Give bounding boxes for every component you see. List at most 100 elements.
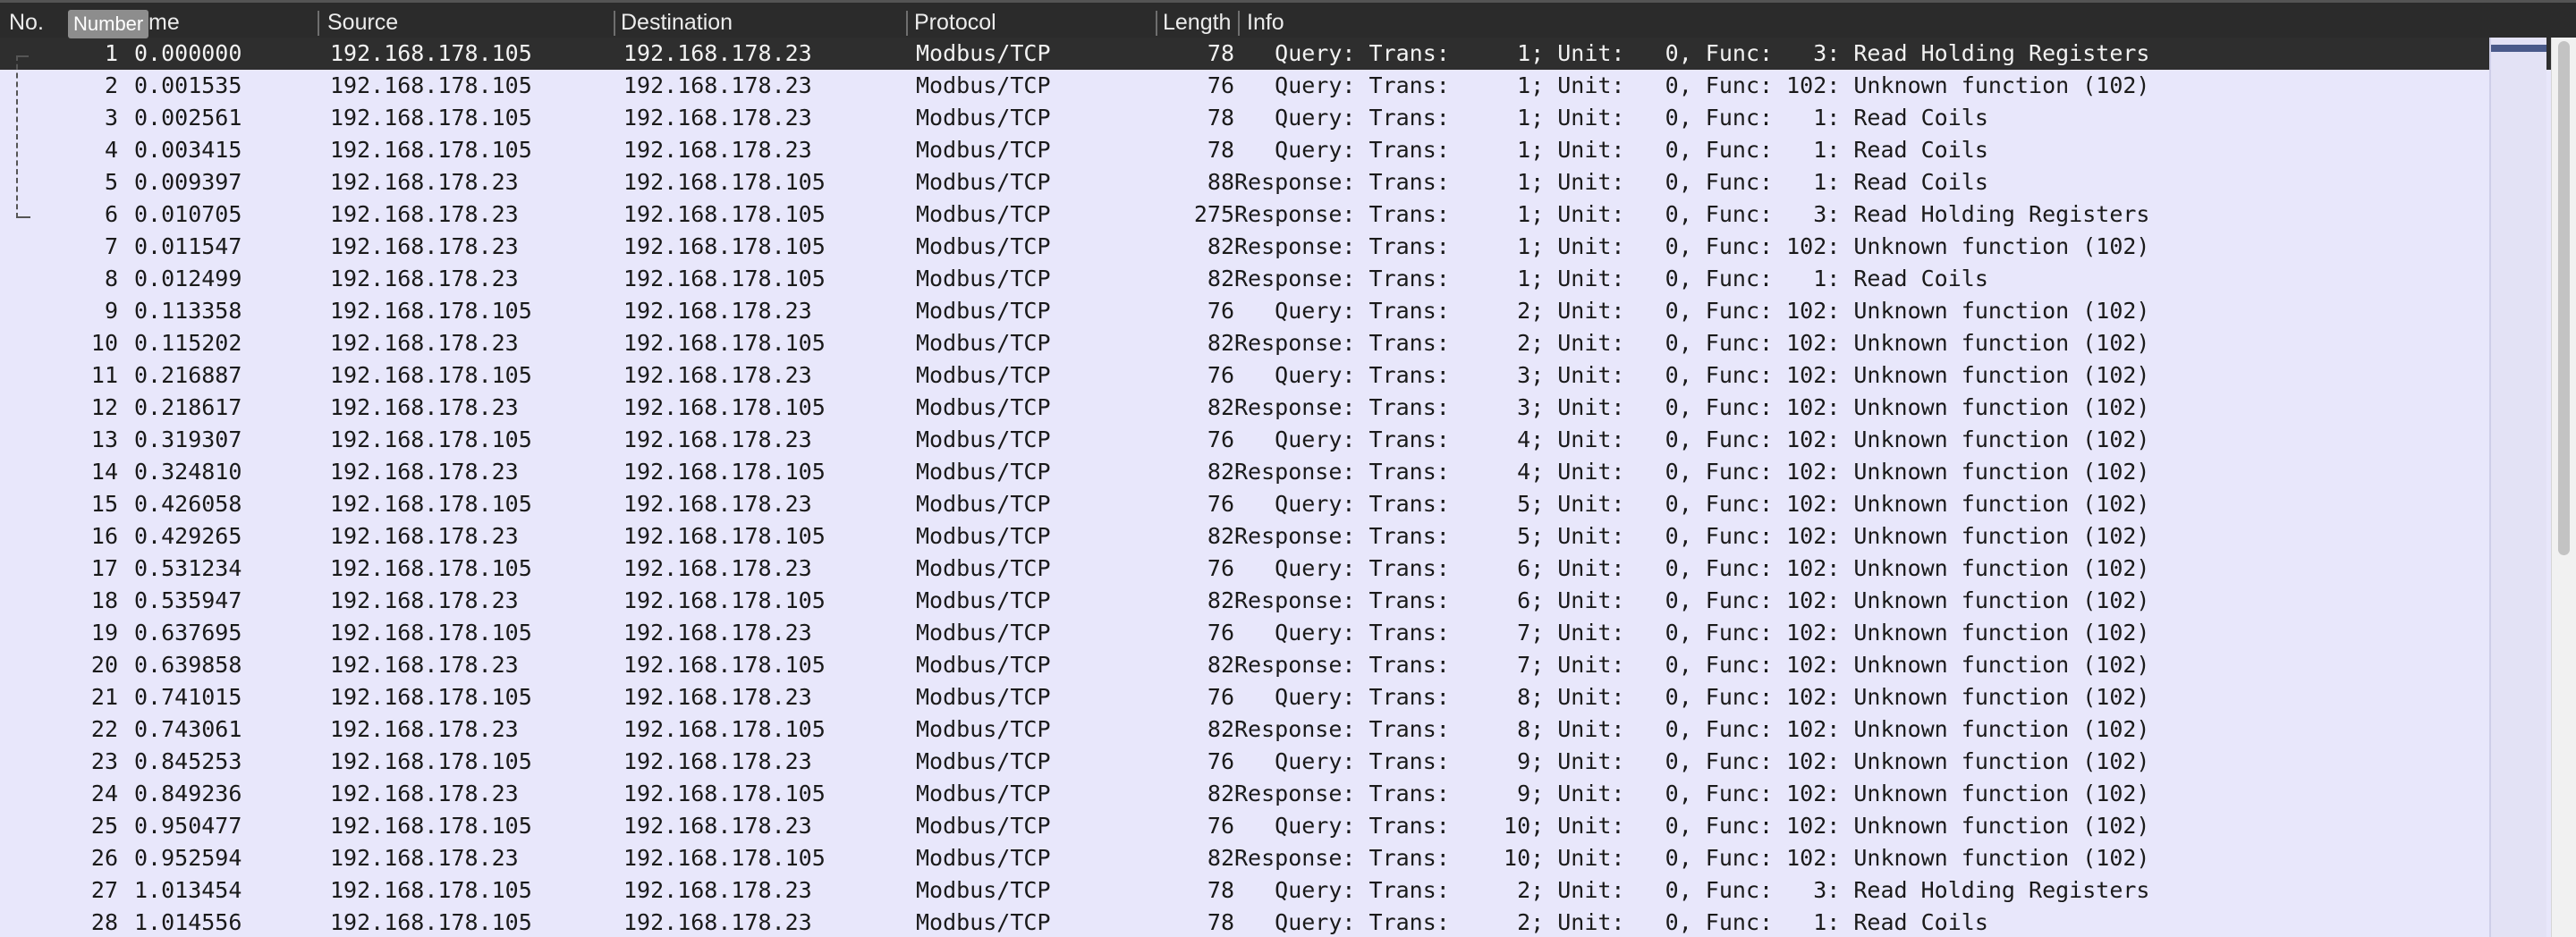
column-separator[interactable] [1238,11,1240,36]
packet-time: 0.010705 [134,201,242,227]
packet-destination: 192.168.178.23 [623,137,812,163]
packet-length: 82 [1207,845,1234,871]
packet-row[interactable]: 5 0.009397 192.168.178.23 192.168.178.105 Mo… [0,166,2576,198]
packet-number: 24 [90,781,118,806]
packet-time: 1.013454 [134,877,242,903]
packet-row[interactable]: 13 0.319307 192.168.178.105 192.168.178.23 M… [0,424,2576,456]
packet-protocol: Modbus/TCP [916,459,1051,485]
packet-number: 11 [90,362,118,388]
packet-number: 20 [90,652,118,678]
packet-row[interactable]: 22 0.743061 192.168.178.23 192.168.178.105 M… [0,713,2576,746]
packet-protocol: Modbus/TCP [916,137,1051,163]
packet-row[interactable]: 16 0.429265 192.168.178.23 192.168.178.105 M… [0,520,2576,553]
packet-destination: 192.168.178.105 [623,587,826,613]
column-separator[interactable] [906,11,908,36]
packet-length: 82 [1207,587,1234,613]
packet-number: 9 [104,298,118,324]
packet-info: Response: Trans: 9; Unit: 0, Func: 102: … [1234,781,2150,806]
packet-length: 82 [1207,652,1234,678]
packet-row[interactable]: 24 0.849236 192.168.178.23 192.168.178.105 M… [0,778,2576,810]
packet-row[interactable]: 26 0.952594 192.168.178.23 192.168.178.105 M… [0,842,2576,874]
packet-protocol: Modbus/TCP [916,523,1051,549]
packet-time: 0.531234 [134,555,242,581]
packet-time: 0.009397 [134,169,242,195]
packet-row[interactable]: 15 0.426058 192.168.178.105 192.168.178.23 M… [0,488,2576,520]
packet-destination: 192.168.178.23 [623,748,812,774]
packet-info: Query: Trans: 1; Unit: 0, Func: 3: Read … [1234,40,2150,66]
packet-length: 78 [1207,877,1234,903]
packet-source: 192.168.178.23 [330,845,519,871]
packet-time: 0.001535 [134,72,242,98]
packet-row[interactable]: 9 0.113358 192.168.178.105 192.168.178.23 Mo… [0,295,2576,327]
packet-row[interactable]: 14 0.324810 192.168.178.23 192.168.178.105 M… [0,456,2576,488]
packet-info: Response: Trans: 7; Unit: 0, Func: 102: … [1234,652,2150,678]
packet-row[interactable]: 28 1.014556 192.168.178.105 192.168.178.23 M… [0,907,2576,937]
packet-number: 28 [90,909,118,935]
packet-row[interactable]: 6 0.010705 192.168.178.23 192.168.178.105 Mo… [0,198,2576,231]
packet-row[interactable]: 20 0.639858 192.168.178.23 192.168.178.105 M… [0,649,2576,681]
column-separator[interactable] [614,11,615,36]
packet-row[interactable]: 21 0.741015 192.168.178.105 192.168.178.23 M… [0,681,2576,713]
packet-length: 76 [1207,620,1234,646]
packet-source: 192.168.178.105 [330,72,532,98]
packet-destination: 192.168.178.105 [623,201,826,227]
packet-destination: 192.168.178.105 [623,394,826,420]
packet-length: 82 [1207,266,1234,291]
packet-row[interactable]: 18 0.535947 192.168.178.23 192.168.178.105 M… [0,585,2576,617]
packet-length: 76 [1207,813,1234,839]
packet-time: 0.011547 [134,233,242,259]
packet-row[interactable]: 7 0.011547 192.168.178.23 192.168.178.105 Mo… [0,231,2576,263]
packet-source: 192.168.178.23 [330,394,519,420]
packet-info: Response: Trans: 1; Unit: 0, Func: 1: Re… [1234,266,1988,291]
packet-destination: 192.168.178.105 [623,233,826,259]
packet-length: 275 [1193,201,1234,227]
column-separator[interactable] [1156,11,1157,36]
packet-protocol: Modbus/TCP [916,877,1051,903]
packet-row[interactable]: 17 0.531234 192.168.178.105 192.168.178.23 M… [0,553,2576,585]
packet-row[interactable]: 19 0.637695 192.168.178.105 192.168.178.23 M… [0,617,2576,649]
packet-destination: 192.168.178.23 [623,813,812,839]
packet-info: Query: Trans: 2; Unit: 0, Func: 1: Read … [1234,909,1988,935]
packet-time: 0.012499 [134,266,242,291]
packet-destination: 192.168.178.105 [623,459,826,485]
packet-row[interactable]: 27 1.013454 192.168.178.105 192.168.178.23 M… [0,874,2576,907]
packet-destination: 192.168.178.23 [623,362,812,388]
packet-number: 23 [90,748,118,774]
packet-row[interactable]: 25 0.950477 192.168.178.105 192.168.178.23 M… [0,810,2576,842]
packet-time: 1.014556 [134,909,242,935]
packet-source: 192.168.178.23 [330,652,519,678]
packet-source: 192.168.178.105 [330,491,532,517]
vertical-scrollbar[interactable] [2551,38,2576,937]
scrollbar-thumb[interactable] [2558,41,2570,555]
packet-destination: 192.168.178.105 [623,716,826,742]
packet-time: 0.218617 [134,394,242,420]
packet-source: 192.168.178.23 [330,233,519,259]
packet-row[interactable]: 10 0.115202 192.168.178.23 192.168.178.105 M… [0,327,2576,359]
packet-length: 76 [1207,684,1234,710]
packet-source: 192.168.178.105 [330,620,532,646]
packet-row[interactable]: 23 0.845253 192.168.178.105 192.168.178.23 M… [0,746,2576,778]
column-separator[interactable] [318,11,319,36]
packet-protocol: Modbus/TCP [916,266,1051,291]
packet-destination: 192.168.178.105 [623,169,826,195]
packet-protocol: Modbus/TCP [916,233,1051,259]
packet-row[interactable]: 2 0.001535 192.168.178.105 192.168.178.23 Mo… [0,70,2576,102]
packet-info: Response: Trans: 1; Unit: 0, Func: 1: Re… [1234,169,1988,195]
packet-row[interactable]: 11 0.216887 192.168.178.105 192.168.178.23 M… [0,359,2576,392]
packet-destination: 192.168.178.23 [623,298,812,324]
packet-row[interactable]: 8 0.012499 192.168.178.23 192.168.178.105 Mo… [0,263,2576,295]
packet-protocol: Modbus/TCP [916,555,1051,581]
packet-protocol: Modbus/TCP [916,587,1051,613]
packet-source: 192.168.178.23 [330,169,519,195]
packet-time: 0.002561 [134,105,242,131]
packet-row[interactable]: 4 0.003415 192.168.178.105 192.168.178.23 Mo… [0,134,2576,166]
packet-row[interactable]: 1 0.000000 192.168.178.105 192.168.178.23 Mo… [0,38,2576,70]
packet-length: 82 [1207,330,1234,356]
packet-row[interactable]: 12 0.218617 192.168.178.23 192.168.178.105 M… [0,392,2576,424]
packet-protocol: Modbus/TCP [916,909,1051,935]
packet-minimap[interactable] [2489,38,2546,937]
packet-protocol: Modbus/TCP [916,394,1051,420]
packet-row[interactable]: 3 0.002561 192.168.178.105 192.168.178.23 Mo… [0,102,2576,134]
packet-source: 192.168.178.105 [330,555,532,581]
packet-protocol: Modbus/TCP [916,620,1051,646]
